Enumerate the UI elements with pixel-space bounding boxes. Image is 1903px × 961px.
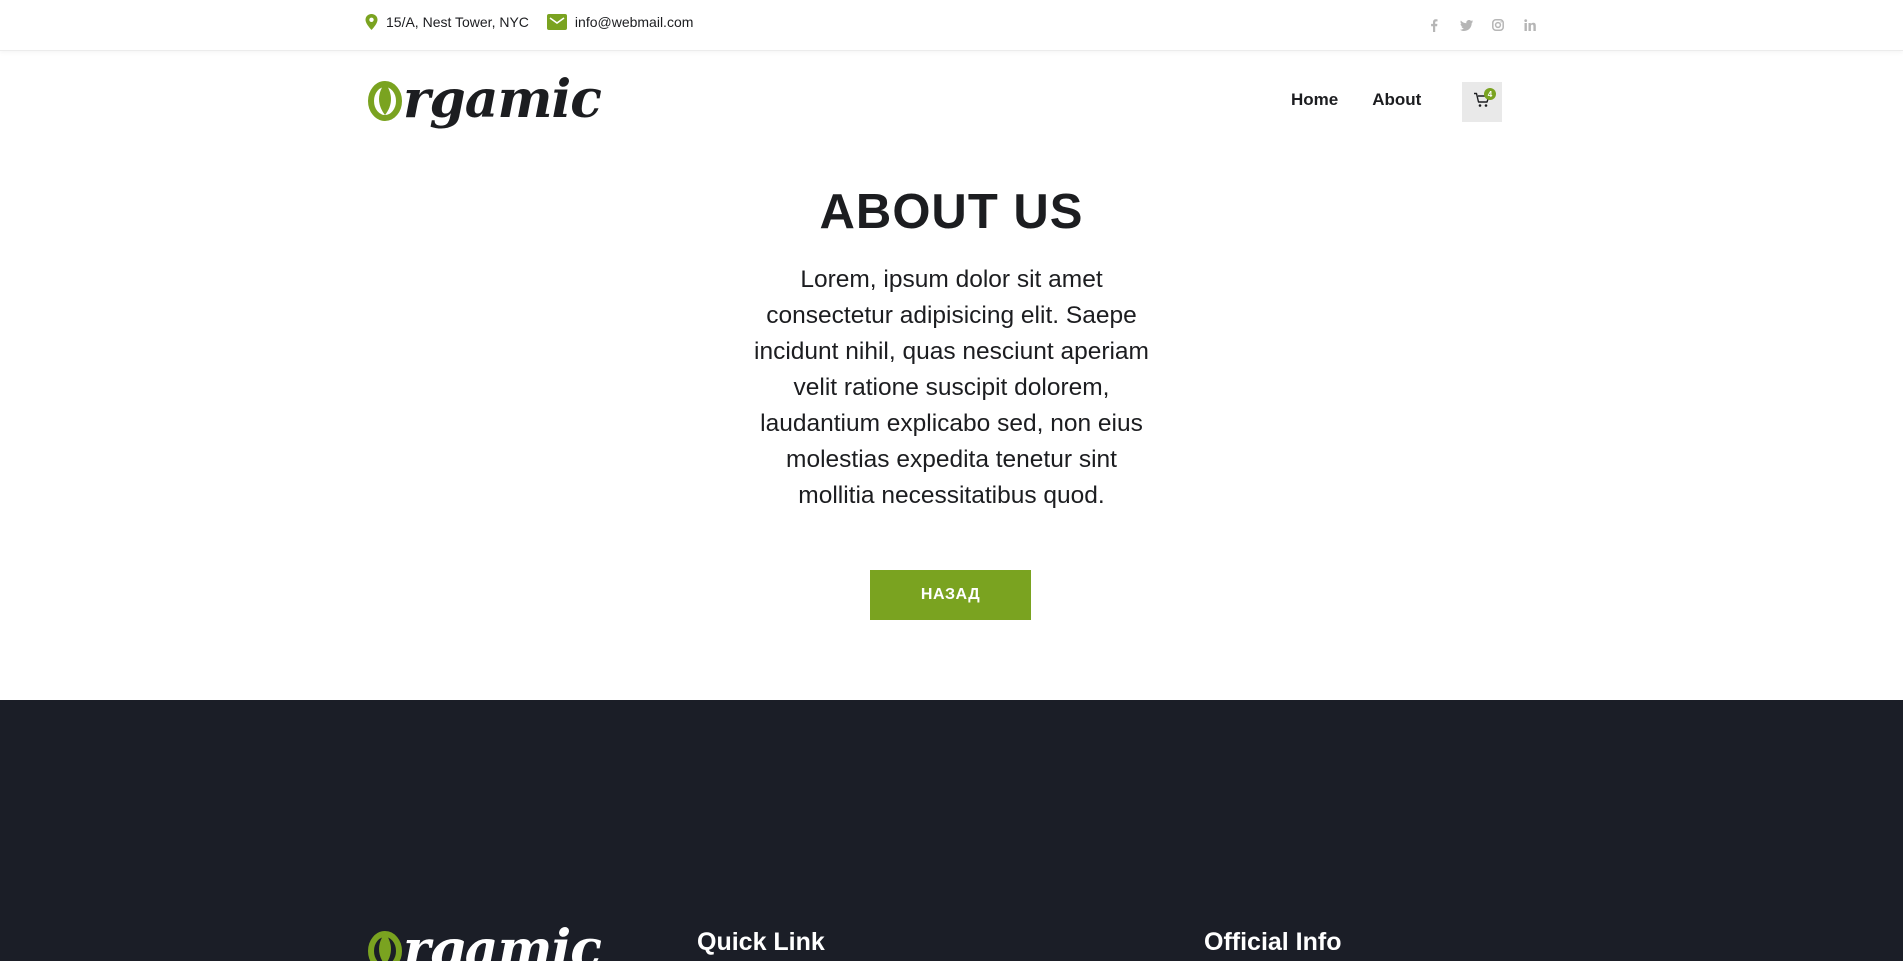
top-bar: 15/A, Nest Tower, NYC info@webmail.com [0,0,1903,51]
location-pin-icon [365,14,378,30]
footer-logo-text: rgamic [403,918,602,961]
email-item[interactable]: info@webmail.com [546,14,693,30]
contact-info: 15/A, Nest Tower, NYC info@webmail.com [365,14,711,30]
main-nav: Home About [1291,90,1421,110]
twitter-icon[interactable] [1459,18,1473,32]
about-description: Lorem, ipsum dolor sit amet consectetur … [754,266,1149,509]
site-logo[interactable]: rgamic [367,68,602,130]
footer-logo-leaf-mark [367,919,403,961]
quick-link-heading: Quick Link [697,928,825,956]
facebook-icon[interactable] [1427,18,1441,32]
email-text[interactable]: info@webmail.com [575,14,693,30]
footer: rgamic Quick Link Official Info [0,700,1903,961]
cart-button[interactable]: 4 [1462,82,1502,122]
nav-home[interactable]: Home [1291,90,1338,110]
address-text: 15/A, Nest Tower, NYC [386,14,529,30]
page-title: ABOUT US [819,185,1084,239]
envelope-icon [546,14,567,30]
address-item: 15/A, Nest Tower, NYC [365,14,529,30]
logo-leaf-mark [367,69,403,130]
nav-about[interactable]: About [1372,90,1421,110]
logo-text: rgamic [403,68,602,130]
cart-count-badge: 4 [1484,88,1496,100]
official-info-heading: Official Info [1204,928,1342,956]
linkedin-icon[interactable] [1523,18,1537,32]
footer-logo[interactable]: rgamic [367,918,602,961]
social-links [1427,18,1537,32]
back-button[interactable]: НАЗАД [870,570,1031,620]
instagram-icon[interactable] [1491,18,1505,32]
